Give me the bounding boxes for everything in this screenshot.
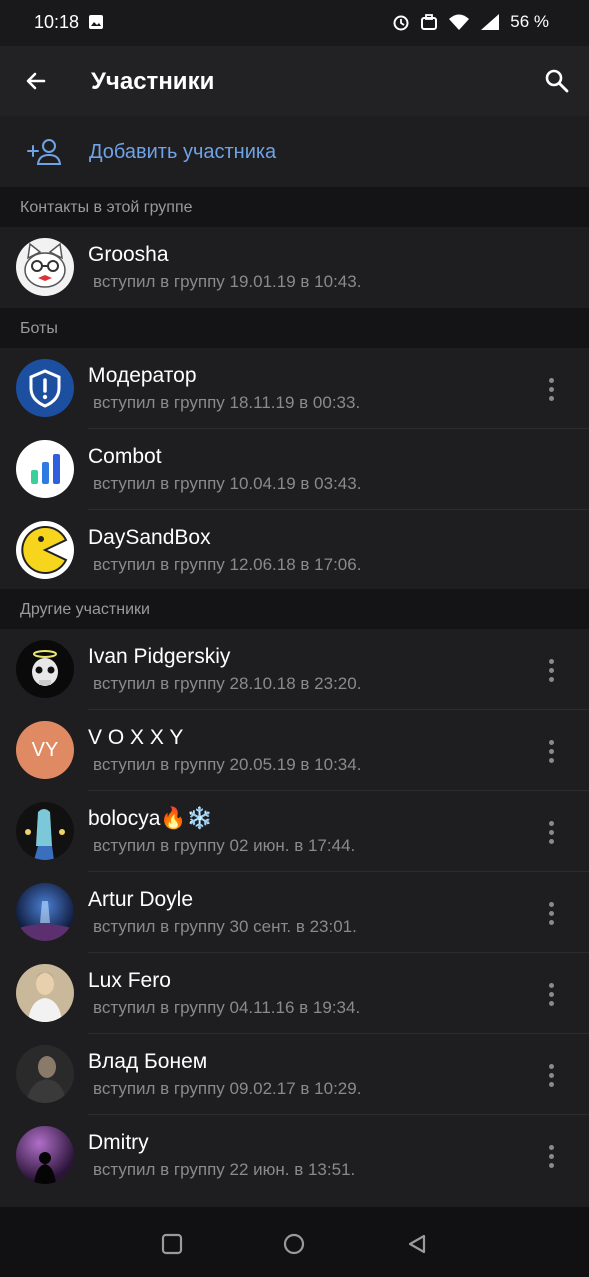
member-row[interactable]: Ivan Pidgerskiy вступил в группу 28.10.1… (0, 629, 589, 710)
page-title: Участники (91, 68, 215, 95)
avatar (16, 640, 74, 698)
avatar: VY (16, 721, 74, 779)
avatar (16, 802, 74, 860)
more-options-icon[interactable] (539, 654, 563, 686)
cell-signal-icon (481, 14, 500, 30)
section-title: Другие участники (20, 601, 150, 618)
more-options-icon[interactable] (539, 373, 563, 405)
member-joined: вступил в группу 20.05.19 в 10:34. (93, 755, 362, 774)
member-joined: вступил в группу 09.02.17 в 10:29. (93, 1079, 362, 1098)
member-name: V O X X Y (88, 726, 184, 749)
work-profile-icon (421, 14, 438, 30)
member-row[interactable]: Dmitry вступил в группу 22 июн. в 13:51. (0, 1115, 589, 1196)
search-button[interactable] (535, 56, 579, 106)
member-row[interactable]: bolocya🔥❄️ вступил в группу 02 июн. в 17… (0, 791, 589, 872)
member-joined: вступил в группу 30 сент. в 23:01. (93, 917, 357, 936)
member-name: Groosha (88, 243, 169, 266)
section-header-others: Другие участники (0, 589, 589, 629)
status-time: 10:18 (34, 12, 80, 32)
search-icon (545, 69, 569, 93)
member-joined: вступил в группу 02 июн. в 17:44. (93, 836, 356, 855)
status-icons: 56 % (392, 12, 549, 32)
more-options-icon[interactable] (539, 816, 563, 848)
add-member-row[interactable]: Добавить участника (0, 116, 589, 187)
image-notification-icon (89, 15, 103, 29)
avatar-initials: VY (31, 738, 59, 761)
cat-avatar-icon (24, 242, 66, 288)
system-nav-bar (0, 1207, 589, 1277)
member-joined: вступил в группу 22 июн. в 13:51. (93, 1160, 356, 1179)
triangle-back-icon (408, 1234, 426, 1254)
member-name: Влад Бонем (88, 1050, 208, 1073)
toolbar: Участники (0, 46, 589, 116)
member-row[interactable]: Groosha вступил в группу 19.01.19 в 10:4… (0, 227, 589, 308)
silhouette-avatar-icon (34, 1152, 56, 1184)
recents-button[interactable] (155, 1227, 189, 1261)
bar-chart-icon (31, 454, 60, 484)
battery-level: 56 % (510, 12, 549, 31)
arrow-left-icon (26, 72, 46, 90)
wifi-icon (449, 14, 470, 30)
home-button[interactable] (277, 1227, 311, 1261)
avatar (16, 883, 74, 941)
pacman-icon (21, 526, 68, 574)
status-bar: 10:18 56 % (0, 0, 589, 46)
member-row[interactable]: Влад Бонем вступил в группу 09.02.17 в 1… (0, 1034, 589, 1115)
member-row-partial (0, 1196, 589, 1207)
avatar (16, 359, 74, 417)
alarm-icon (393, 15, 409, 31)
skull-avatar-icon (32, 650, 58, 686)
member-row[interactable]: Lux Fero вступил в группу 04.11.16 в 19:… (0, 953, 589, 1034)
avatar (16, 440, 74, 498)
add-member-label: Добавить участника (89, 141, 277, 163)
member-name: Lux Fero (88, 969, 171, 992)
member-row[interactable]: Combot вступил в группу 10.04.19 в 03:43… (0, 429, 589, 510)
night-scene-avatar-icon (16, 901, 74, 941)
shield-icon (29, 369, 61, 408)
more-options-icon[interactable] (539, 897, 563, 929)
more-options-icon[interactable] (539, 978, 563, 1010)
back-button[interactable] (14, 56, 58, 106)
member-row[interactable]: DaySandBox вступил в группу 12.06.18 в 1… (0, 510, 589, 591)
member-joined: вступил в группу 12.06.18 в 17:06. (93, 555, 362, 574)
avatar (16, 1126, 74, 1184)
avatar (16, 964, 74, 1022)
member-name: Dmitry (88, 1131, 149, 1154)
section-header-bots: Боты (0, 308, 589, 348)
member-joined: вступил в группу 18.11.19 в 00:33. (93, 393, 361, 412)
add-user-icon (27, 139, 62, 165)
cartoon-avatar-icon (25, 809, 65, 860)
member-joined: вступил в группу 28.10.18 в 23:20. (93, 674, 362, 693)
member-row[interactable]: Модератор вступил в группу 18.11.19 в 00… (0, 348, 589, 429)
member-joined: вступил в группу 10.04.19 в 03:43. (93, 474, 362, 493)
more-options-icon[interactable] (539, 1059, 563, 1091)
member-joined: вступил в группу 04.11.16 в 19:34. (93, 998, 361, 1017)
circle-icon (283, 1233, 305, 1255)
member-name: Combot (88, 445, 162, 468)
member-name: Artur Doyle (88, 888, 194, 911)
avatar (16, 521, 74, 579)
portrait-avatar-icon (26, 1055, 66, 1103)
section-title: Боты (20, 320, 58, 337)
member-row[interactable]: Artur Doyle вступил в группу 30 сент. в … (0, 872, 589, 953)
member-joined: вступил в группу 19.01.19 в 10:43. (93, 272, 362, 291)
member-name: bolocya🔥❄️ (88, 807, 213, 830)
avatar (16, 1045, 74, 1103)
more-options-icon[interactable] (539, 735, 563, 767)
member-name: DaySandBox (88, 526, 211, 549)
portrait-avatar-icon (28, 972, 62, 1022)
square-icon (161, 1233, 183, 1255)
member-name: Модератор (88, 364, 197, 387)
section-title: Контакты в этой группе (20, 199, 193, 216)
member-name: Ivan Pidgerskiy (88, 645, 231, 668)
more-options-icon[interactable] (539, 1140, 563, 1172)
avatar (16, 238, 74, 296)
section-header-contacts: Контакты в этой группе (0, 187, 589, 227)
member-row[interactable]: VY V O X X Y вступил в группу 20.05.19 в… (0, 710, 589, 791)
back-nav-button[interactable] (400, 1227, 434, 1261)
